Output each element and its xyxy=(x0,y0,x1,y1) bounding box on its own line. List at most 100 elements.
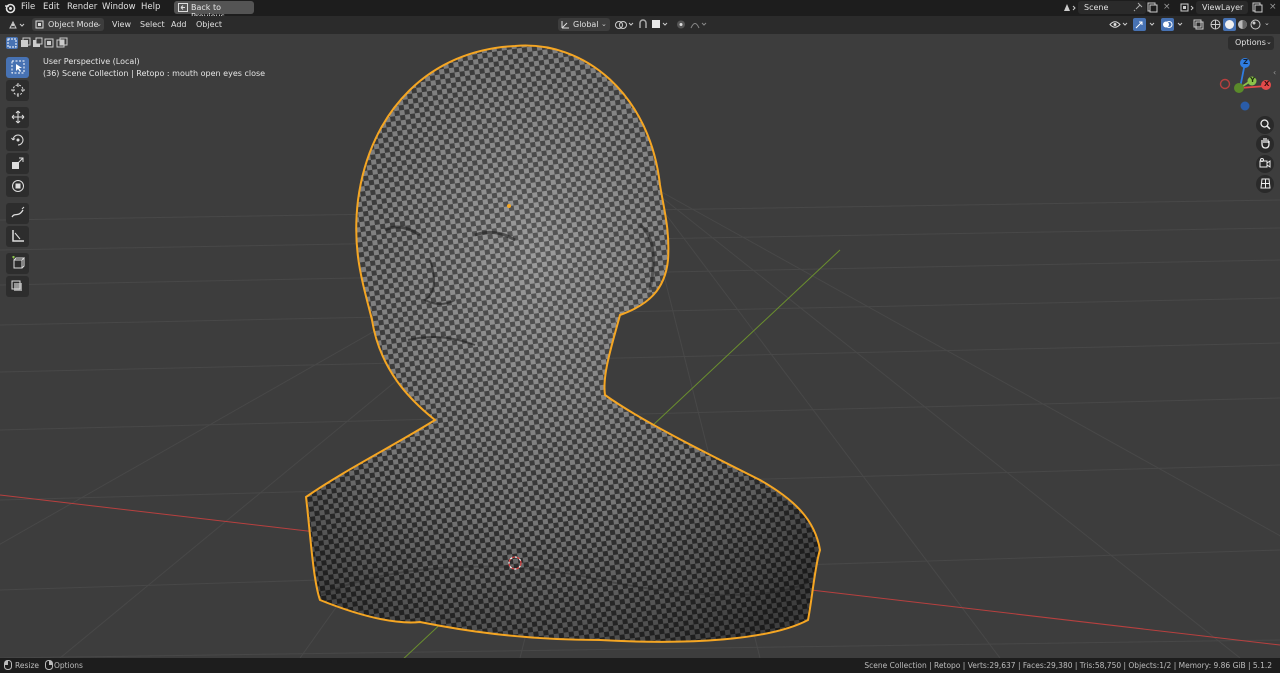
scene-icon[interactable] xyxy=(1062,2,1078,15)
add-cube-icon xyxy=(11,255,25,272)
gizmo-y-label: Y xyxy=(1250,76,1256,84)
view-layer-icon[interactable] xyxy=(1180,2,1196,15)
shading-rendered-icon[interactable] xyxy=(1250,19,1261,32)
3d-viewport[interactable]: User Perspective (Local) (36) Scene Coll… xyxy=(0,34,1280,658)
select-invert-icon[interactable] xyxy=(43,37,55,51)
viewport-scene xyxy=(0,44,1280,658)
new-scene-icon[interactable] xyxy=(1147,2,1158,15)
tool-annotate[interactable] xyxy=(6,203,29,224)
orientation-label: Global xyxy=(573,20,599,29)
transform-icon xyxy=(11,179,25,195)
measure-icon xyxy=(11,229,25,245)
snap-icon[interactable] xyxy=(638,19,648,32)
status-resize: Resize xyxy=(15,661,40,670)
editor-type-icon[interactable] xyxy=(8,19,26,33)
mode-label: Object Mode xyxy=(48,20,99,29)
pin-icon[interactable] xyxy=(1133,2,1143,14)
menu-object[interactable]: Object xyxy=(196,20,222,29)
camera-view-button[interactable] xyxy=(1256,155,1274,173)
tool-move[interactable] xyxy=(6,107,29,128)
snap-target-icon[interactable] xyxy=(651,19,671,32)
proportional-edit-icon[interactable] xyxy=(676,19,708,32)
menu-window[interactable]: Window xyxy=(102,2,136,12)
remove-scene-icon[interactable]: × xyxy=(1163,2,1171,12)
blender-logo-icon[interactable] xyxy=(4,2,16,16)
orientation-icon xyxy=(561,20,570,31)
tool-select-box[interactable] xyxy=(6,57,29,78)
object-mode-icon xyxy=(35,20,44,31)
cursor-icon xyxy=(10,82,25,99)
camera-icon xyxy=(1259,157,1271,171)
pan-button[interactable] xyxy=(1256,135,1274,153)
visibility-icon[interactable] xyxy=(1109,19,1131,32)
select-subtract-icon[interactable] xyxy=(31,37,43,51)
pivot-icon[interactable] xyxy=(614,20,636,32)
menu-help[interactable]: Help xyxy=(141,2,160,12)
new-view-layer-icon[interactable] xyxy=(1252,2,1263,15)
tool-add-cube[interactable] xyxy=(6,253,29,274)
grid-icon xyxy=(1259,178,1271,191)
mouse-left-icon xyxy=(4,660,12,672)
tool-measure[interactable] xyxy=(6,226,29,247)
active-collection-text: (36) Scene Collection | Retopo : mouth o… xyxy=(43,69,266,78)
gizmo-toggle-icon[interactable] xyxy=(1133,18,1159,33)
ortho-toggle-button[interactable] xyxy=(1256,175,1274,193)
menu-edit[interactable]: Edit xyxy=(43,2,59,12)
select-box-icon xyxy=(11,60,25,76)
tool-extrude[interactable] xyxy=(6,276,29,297)
extrude-icon xyxy=(11,279,25,295)
menu-add[interactable]: Add xyxy=(171,20,187,29)
scale-icon xyxy=(11,156,25,172)
shading-solid-icon[interactable] xyxy=(1223,18,1236,33)
shading-wireframe-icon[interactable] xyxy=(1210,19,1221,32)
scene-statistics: Scene Collection | Retopo | Verts:29,637… xyxy=(864,661,1272,670)
view-layer-name: ViewLayer xyxy=(1202,3,1244,12)
menu-select[interactable]: Select xyxy=(140,20,165,29)
top-menu-bar: File Edit Render Window Help Back to Pre… xyxy=(0,0,1280,21)
mouse-right-icon xyxy=(45,660,53,672)
select-intersect-icon[interactable] xyxy=(56,37,68,51)
menu-file[interactable]: File xyxy=(21,2,35,12)
hand-icon xyxy=(1260,137,1271,151)
select-extend-icon[interactable] xyxy=(19,37,31,51)
back-icon xyxy=(178,3,188,14)
sidebar-toggle-icon[interactable]: ‹ xyxy=(1273,68,1276,77)
viewport-header: Object Mode ⌄ View Select Add Object Glo… xyxy=(0,16,1280,34)
zoom-button[interactable] xyxy=(1256,116,1274,134)
navigation-gizmo[interactable]: Z X Y xyxy=(1216,56,1276,112)
options-label: Options xyxy=(1235,38,1266,47)
scene-name: Scene xyxy=(1084,3,1109,12)
tool-cursor[interactable] xyxy=(6,80,29,101)
chevron-down-icon: ⌄ xyxy=(1266,38,1272,46)
object-origin xyxy=(507,204,511,208)
remove-view-layer-icon[interactable]: × xyxy=(1269,2,1277,12)
back-to-previous-button[interactable]: Back to Previous xyxy=(174,1,254,21)
zoom-icon xyxy=(1259,118,1271,132)
menu-render[interactable]: Render xyxy=(67,2,97,12)
view-layer-field[interactable]: ViewLayer xyxy=(1196,1,1248,14)
status-options: Options xyxy=(54,661,83,670)
chevron-down-icon: ⌄ xyxy=(96,20,102,28)
tool-transform[interactable] xyxy=(6,176,29,197)
tool-scale[interactable] xyxy=(6,153,29,174)
orientation-dropdown[interactable]: Global ⌄ xyxy=(558,18,610,31)
mode-dropdown[interactable]: Object Mode ⌄ xyxy=(32,18,104,31)
shading-options-icon[interactable]: ⌄ xyxy=(1264,19,1270,27)
move-icon xyxy=(11,110,25,126)
overlays-icon[interactable] xyxy=(1161,18,1187,33)
status-bar: Resize Options Scene Collection | Retopo… xyxy=(0,658,1280,673)
gizmo-x-label: X xyxy=(1264,80,1270,88)
tool-rotate[interactable] xyxy=(6,130,29,151)
bust-mesh xyxy=(304,44,822,643)
rotate-icon xyxy=(10,133,25,149)
options-button[interactable]: Options ⌄ xyxy=(1228,36,1274,50)
xray-icon[interactable] xyxy=(1193,19,1204,32)
menu-view[interactable]: View xyxy=(112,20,131,29)
chevron-down-icon: ⌄ xyxy=(601,20,607,28)
scene-field[interactable]: Scene xyxy=(1078,1,1146,14)
shading-material-icon[interactable] xyxy=(1237,19,1248,32)
select-new-icon[interactable] xyxy=(6,37,18,51)
gizmo-z-label: Z xyxy=(1243,58,1249,66)
annotate-icon xyxy=(10,206,25,222)
view-perspective-text: User Perspective (Local) xyxy=(43,57,140,66)
